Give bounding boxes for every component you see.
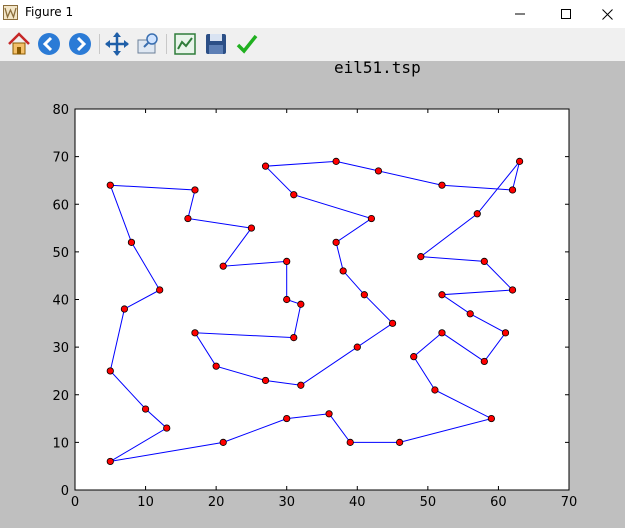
city-point: [106, 457, 114, 466]
forward-icon: [69, 33, 91, 55]
city-point: [191, 329, 199, 337]
city-point: [438, 291, 446, 299]
y-tick-label: 60: [52, 198, 69, 213]
y-tick-label: 10: [52, 436, 69, 451]
city-point: [360, 291, 368, 299]
x-tick-label: 30: [278, 495, 295, 510]
city-point: [515, 157, 524, 165]
city-point: [417, 253, 425, 261]
city-point: [106, 181, 114, 189]
city-point: [353, 343, 361, 351]
city-point: [508, 186, 517, 194]
city-point: [367, 214, 375, 223]
city-point: [283, 414, 291, 423]
city-point: [480, 257, 488, 265]
y-tick-label: 0: [61, 484, 69, 499]
city-point: [120, 305, 129, 313]
city-point: [332, 157, 340, 165]
city-point: [156, 286, 164, 294]
maximize-button[interactable]: [543, 0, 589, 28]
city-point: [388, 319, 397, 327]
minimize-icon: [515, 13, 525, 15]
x-tick-label: 60: [490, 495, 507, 510]
city-point: [473, 210, 481, 218]
zoom-button[interactable]: [135, 31, 161, 57]
city-point: [283, 295, 291, 304]
home-button[interactable]: [6, 31, 32, 57]
x-tick-label: 20: [208, 495, 225, 510]
toolbar-separator: [166, 34, 167, 54]
city-point: [325, 410, 333, 418]
city-point: [163, 424, 171, 432]
forward-button[interactable]: [67, 31, 93, 57]
city-point: [396, 438, 404, 446]
city-point: [346, 438, 354, 446]
maximize-icon: [561, 9, 571, 19]
plot-axes: 0 10 20 30 40 50 60 70 0 10 20 30 40 50 60 70 80: [52, 103, 577, 510]
subplots-button[interactable]: [172, 31, 198, 57]
x-tick-label: 40: [349, 495, 366, 510]
city-point: [212, 362, 220, 370]
city-point: [410, 353, 418, 361]
back-icon: [38, 33, 60, 55]
city-point: [431, 386, 439, 394]
y-tick-label: 70: [52, 151, 69, 166]
x-tick-label: 50: [420, 495, 437, 510]
city-point: [297, 300, 305, 308]
y-tick-label: 30: [52, 341, 69, 356]
y-tick-label: 50: [52, 246, 69, 261]
figure-canvas: 0 10 20 30 40 50 60 70 0 10 20 30 40 50 60 70 80: [52, 103, 577, 510]
city-point: [191, 186, 199, 194]
city-point: [261, 162, 270, 170]
city-point: [339, 267, 347, 275]
y-tick-label: 40: [52, 294, 69, 309]
zoom-icon: [137, 33, 158, 54]
city-point: [438, 329, 446, 337]
save-icon: [206, 34, 226, 54]
app-icon: [3, 5, 18, 20]
edit-axis-icon: [236, 34, 258, 54]
city-point: [501, 329, 510, 337]
edit-axis-button[interactable]: [234, 31, 260, 57]
back-button[interactable]: [36, 31, 62, 57]
city-point: [106, 367, 114, 375]
city-point: [487, 414, 495, 423]
pan-icon: [105, 32, 129, 56]
minimize-button[interactable]: [497, 0, 543, 28]
close-icon: [601, 8, 613, 20]
x-tick-label: 10: [137, 495, 154, 510]
x-tick-label: 0: [71, 495, 79, 510]
plot-area: [74, 108, 570, 491]
close-button[interactable]: [589, 0, 625, 28]
city-point: [480, 357, 488, 366]
save-button[interactable]: [203, 31, 229, 57]
home-icon: [8, 32, 30, 55]
x-tick-label: 70: [561, 495, 578, 510]
city-point: [290, 191, 298, 199]
city-point: [184, 214, 192, 223]
y-tick-label: 20: [52, 389, 69, 404]
city-point: [283, 257, 291, 265]
city-point: [508, 286, 517, 294]
city-point: [374, 167, 383, 175]
city-point: [290, 333, 298, 342]
subplots-icon: [174, 33, 196, 55]
city-point: [332, 238, 340, 246]
navigation-toolbar: eil51.tsp: [0, 28, 625, 77]
city-point: [297, 381, 305, 389]
city-point: [438, 181, 446, 189]
city-point: [466, 310, 474, 318]
pan-button[interactable]: [104, 31, 130, 57]
title-bar: Figure 1: [0, 0, 625, 28]
y-tick-label: 80: [52, 103, 69, 118]
city-point: [219, 438, 227, 446]
city-point: [247, 224, 256, 232]
city-point: [141, 405, 150, 413]
city-point: [127, 238, 136, 246]
city-point: [261, 376, 270, 385]
city-point: [219, 262, 227, 270]
window-title: Figure 1: [25, 5, 74, 19]
toolbar-separator: [99, 34, 100, 54]
